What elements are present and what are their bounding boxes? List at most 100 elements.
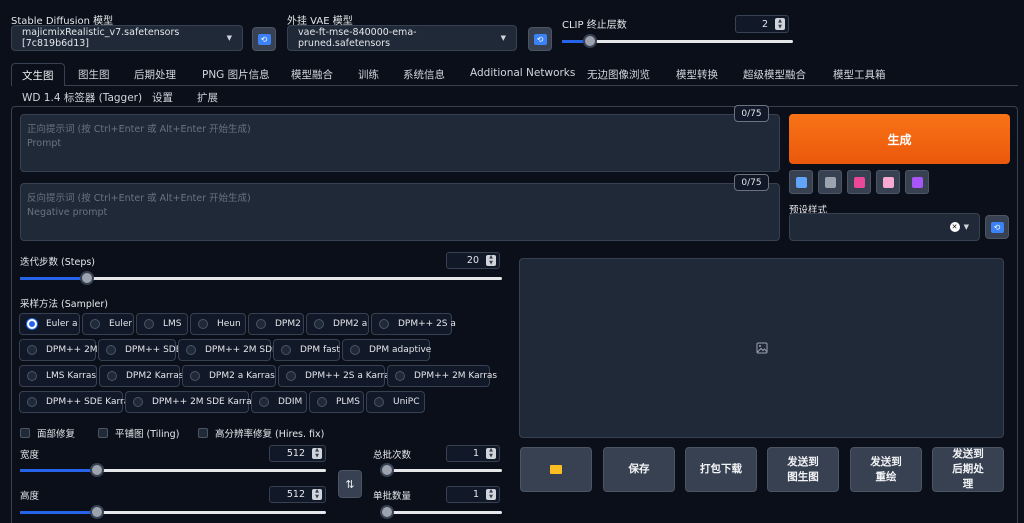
batch-count-slider-thumb[interactable] — [380, 463, 394, 477]
zip-download-button[interactable]: 打包下载 — [685, 447, 757, 492]
tab-extensions[interactable]: 扩展 — [197, 90, 218, 105]
radio-icon — [90, 319, 100, 329]
sampler-option-lms[interactable]: LMS — [136, 313, 188, 335]
send-to-img2img-button[interactable]: 发送到 图生图 — [767, 447, 839, 492]
sampler-option-dpmpp-sde[interactable]: DPM++ SDE — [98, 339, 181, 361]
tab-settings[interactable]: 设置 — [152, 90, 173, 105]
tab-img2img[interactable]: 图生图 — [78, 67, 110, 82]
sampler-option-lms-karras[interactable]: LMS Karras — [19, 365, 97, 387]
tab-model-toolkit[interactable]: 模型工具箱 — [833, 67, 886, 82]
send-to-inpaint-button[interactable]: 发送到 重绘 — [850, 447, 922, 492]
negative-prompt-textarea[interactable]: 反向提示词 (按 Ctrl+Enter 或 Alt+Enter 开始生成) Ne… — [20, 183, 780, 241]
batch-size-input[interactable]: 1 ▲ ▼ — [446, 486, 500, 503]
batch-size-slider-thumb[interactable] — [380, 505, 394, 519]
clip-input[interactable]: 2 ▲ ▼ — [735, 15, 789, 33]
hires-fix-checkbox[interactable]: 高分辨率修复 (Hires. fix) — [198, 426, 324, 440]
sampler-option-dpmpp-sde-karras[interactable]: DPM++ SDE Karras — [19, 391, 134, 413]
tab-system-info[interactable]: 系统信息 — [403, 67, 445, 82]
arrow-icon — [795, 176, 807, 188]
prompt-textarea[interactable]: 正向提示词 (按 Ctrl+Enter 或 Alt+Enter 开始生成) Pr… — [20, 114, 780, 172]
steps-input[interactable]: 20 ▲ ▼ — [446, 252, 500, 269]
clip-slider[interactable] — [562, 34, 793, 48]
height-slider-thumb[interactable] — [89, 505, 104, 519]
tab-png-info[interactable]: PNG 图片信息 — [202, 67, 270, 82]
sampler-option-euler[interactable]: Euler — [82, 313, 134, 335]
stepper-icon[interactable]: ▲ ▼ — [486, 489, 496, 500]
sampler-option-unipc[interactable]: UniPC — [366, 391, 425, 413]
model-refresh-button[interactable]: ⟲ — [252, 27, 276, 51]
refresh-icon: ⟲ — [257, 33, 271, 45]
vae-refresh-button[interactable]: ⟲ — [528, 27, 552, 51]
clear-prompt-button[interactable] — [818, 170, 842, 194]
stepper-icon[interactable]: ▲ ▼ — [312, 489, 322, 500]
sampler-option-dpm2[interactable]: DPM2 — [248, 313, 304, 335]
negative-placeholder-line2: Negative prompt — [27, 207, 108, 218]
x-icon[interactable]: ✕ — [949, 222, 960, 232]
refresh-icon: ⟲ — [533, 33, 547, 45]
stepper-icon[interactable]: ▲ ▼ — [312, 448, 322, 459]
extra-networks-button[interactable] — [847, 170, 871, 194]
swap-dimensions-button[interactable]: ⇅ — [338, 470, 362, 498]
chevron-down-icon: ▼ — [500, 34, 506, 42]
height-slider[interactable] — [20, 505, 326, 519]
tab-additional-networks[interactable]: Additional Networks — [470, 67, 575, 79]
sampler-option-dpm-adaptive[interactable]: DPM adaptive — [342, 339, 431, 361]
style-refresh-button[interactable]: ⟲ — [985, 215, 1009, 239]
stepper-icon[interactable]: ▲ ▼ — [486, 255, 496, 266]
radio-icon — [107, 371, 117, 381]
tab-image-browser[interactable]: 无边图像浏览 — [587, 67, 650, 82]
batch-count-input[interactable]: 1 ▲ ▼ — [446, 445, 500, 462]
tab-merge[interactable]: 模型融合 — [291, 67, 333, 82]
sampler-option-dpmpp-2s-a[interactable]: DPM++ 2S a — [371, 313, 456, 335]
chevron-down-icon: ▼ — [226, 34, 232, 42]
style-dropdown[interactable]: ✕ ▼ — [789, 213, 980, 241]
vae-dropdown[interactable]: vae-ft-mse-840000-ema-pruned.safetensors… — [287, 25, 517, 51]
radio-icon — [27, 371, 37, 381]
stepper-icon[interactable]: ▲ ▼ — [775, 18, 785, 30]
sampler-option-dpm-fast[interactable]: DPM fast — [273, 339, 340, 361]
sampler-option-dpmpp-2s-a-karras[interactable]: DPM++ 2S a Karras — [278, 365, 394, 387]
width-slider[interactable] — [20, 463, 326, 477]
generate-button[interactable]: 生成 — [789, 114, 1010, 164]
tab-model-converter[interactable]: 模型转换 — [676, 67, 718, 82]
tab-txt2img[interactable]: 文生图 — [11, 63, 65, 86]
sampler-option-dpm2-karras[interactable]: DPM2 Karras — [99, 365, 183, 387]
sampler-option-dpmpp-2m-sde-karras[interactable]: DPM++ 2M SDE Karras — [125, 391, 256, 413]
sampler-option-plms[interactable]: PLMS — [309, 391, 364, 413]
steps-label: 迭代步数 (Steps) — [20, 257, 96, 268]
sampler-option-dpmpp-2m-karras[interactable]: DPM++ 2M Karras — [387, 365, 497, 387]
batch-size-slider[interactable] — [380, 505, 502, 519]
sampler-option-ddim[interactable]: DDIM — [251, 391, 307, 413]
tiling-checkbox[interactable]: 平铺图 (Tiling) — [98, 426, 179, 440]
model-dropdown[interactable]: majicmixRealistic_v7.safetensors [7c819b… — [11, 25, 243, 51]
sampler-option-euler-a[interactable]: Euler a — [19, 313, 80, 335]
radio-icon — [395, 371, 405, 381]
save-button[interactable]: 保存 — [603, 447, 675, 492]
radio-icon — [259, 397, 269, 407]
save-style-button[interactable] — [905, 170, 929, 194]
tab-tagger[interactable]: WD 1.4 标签器 (Tagger) — [22, 90, 142, 105]
apply-style-button[interactable] — [876, 170, 900, 194]
sampler-option-dpmpp-2m-sde[interactable]: DPM++ 2M SDE — [178, 339, 278, 361]
sampler-option-heun[interactable]: Heun — [190, 313, 246, 335]
sampler-option-dpmpp-2m[interactable]: DPM++ 2M — [19, 339, 98, 361]
tab-train[interactable]: 训练 — [358, 67, 379, 82]
batch-count-slider[interactable] — [380, 463, 502, 477]
stepper-icon[interactable]: ▲ ▼ — [486, 448, 496, 459]
restore-params-button[interactable] — [789, 170, 813, 194]
restore-faces-checkbox[interactable]: 面部修复 — [20, 426, 75, 440]
tab-super-merger[interactable]: 超级模型融合 — [743, 67, 806, 82]
send-to-extras-button[interactable]: 发送到 后期处理 — [932, 447, 1004, 492]
clip-slider-thumb[interactable] — [582, 34, 597, 48]
open-folder-button[interactable] — [520, 447, 592, 492]
height-input[interactable]: 512 ▲ ▼ — [269, 486, 326, 503]
width-input[interactable]: 512 ▲ ▼ — [269, 445, 326, 462]
tab-extras[interactable]: 后期处理 — [134, 67, 176, 82]
radio-icon — [186, 345, 196, 355]
sampler-option-dpm2-a-karras[interactable]: DPM2 a Karras — [182, 365, 276, 387]
radio-icon — [198, 319, 208, 329]
sampler-option-dpm2-a[interactable]: DPM2 a — [306, 313, 369, 335]
radio-icon — [190, 371, 200, 381]
steps-slider[interactable] — [20, 271, 502, 285]
width-slider-thumb[interactable] — [89, 463, 104, 477]
